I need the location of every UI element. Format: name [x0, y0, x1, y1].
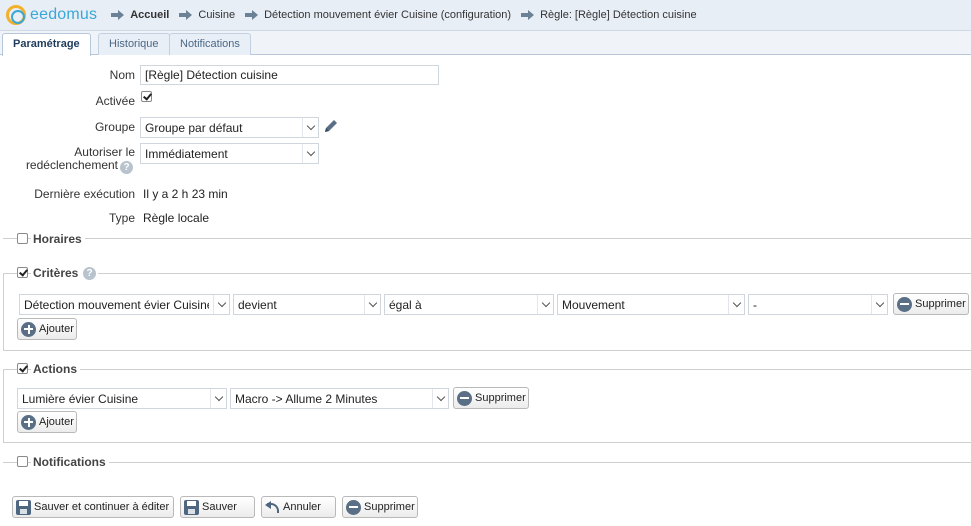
- chevron-down-icon: [302, 144, 318, 163]
- tab-historique[interactable]: Historique: [98, 33, 170, 55]
- breadcrumb-label: Détection mouvement évier Cuisine (confi…: [264, 9, 512, 21]
- activee-label: Activée: [95, 94, 135, 108]
- plus-circle-icon: [21, 321, 36, 337]
- nom-input[interactable]: [Règle] Détection cuisine: [140, 65, 439, 85]
- chevron-down-icon: [432, 389, 448, 408]
- chevron-down-icon: [213, 295, 229, 314]
- logo-text: eedomus: [30, 6, 98, 23]
- criteres-condition-value: devient: [238, 298, 277, 312]
- actions-checkbox[interactable]: [17, 363, 28, 374]
- logo-ring-icon: [6, 5, 26, 25]
- arrow-right-icon: [245, 10, 259, 20]
- chevron-down-icon: [364, 295, 380, 314]
- actions-legend: Actions: [31, 362, 81, 376]
- criteres-operator-select[interactable]: égal à: [384, 294, 554, 315]
- actions-device-value: Lumière évier Cuisine: [22, 392, 139, 406]
- groupe-select[interactable]: Groupe par défaut: [140, 117, 319, 138]
- nom-label: Nom: [109, 68, 135, 82]
- minus-circle-icon: [897, 296, 912, 312]
- tab-parametrage[interactable]: Paramétrage: [2, 33, 91, 56]
- minus-circle-icon: [457, 390, 472, 406]
- groupe-select-value: Groupe par défaut: [145, 121, 243, 135]
- cancel-label: Annuler: [283, 501, 321, 513]
- save-disk-icon: [184, 499, 199, 515]
- criteres-device-value: Détection mouvement évier Cuisine: [24, 298, 209, 312]
- notifications-divider: [3, 462, 971, 463]
- criteres-extra-value: -: [753, 298, 757, 312]
- plus-circle-icon: [21, 414, 36, 430]
- horaires-legend: Horaires: [31, 232, 85, 246]
- criteres-add-label: Ajouter: [39, 323, 74, 335]
- actions-action-select[interactable]: Macro -> Allume 2 Minutes: [230, 388, 449, 409]
- actions-delete-button[interactable]: Supprimer: [453, 387, 529, 409]
- criteres-condition-select[interactable]: devient: [233, 294, 381, 315]
- horaires-divider: [3, 238, 971, 239]
- criteres-delete-button[interactable]: Supprimer: [893, 293, 969, 315]
- delete-label: Supprimer: [364, 501, 415, 513]
- criteres-value-select[interactable]: Mouvement: [557, 294, 745, 315]
- criteres-operator-value: égal à: [389, 298, 422, 312]
- undo-icon: [265, 500, 280, 515]
- groupe-label: Groupe: [94, 120, 135, 134]
- help-icon[interactable]: ?: [120, 161, 133, 174]
- eedomus-logo[interactable]: eedomus: [6, 5, 97, 25]
- autoriser-label: Autoriser le redéclenchement: [0, 146, 135, 172]
- derniere-execution-label: Dernière exécution: [34, 187, 135, 201]
- derniere-execution-value: Il y a 2 h 23 min: [143, 187, 228, 201]
- notifications-legend: Notifications: [31, 455, 109, 469]
- actions-device-select[interactable]: Lumière évier Cuisine: [17, 388, 227, 409]
- horaires-checkbox[interactable]: [17, 233, 28, 244]
- save-continue-button[interactable]: Sauver et continuer à éditer: [12, 496, 174, 518]
- breadcrumb-label: Accueil: [130, 9, 170, 21]
- autoriser-label-line2: redéclenchement: [25, 158, 118, 172]
- minus-circle-icon: [346, 499, 361, 515]
- criteres-delete-label: Supprimer: [915, 298, 966, 310]
- breadcrumb-item-accueil[interactable]: Accueil: [111, 9, 169, 21]
- edit-pencil-icon[interactable]: [323, 118, 339, 134]
- arrow-right-icon: [179, 10, 193, 20]
- delete-button[interactable]: Supprimer: [342, 496, 418, 518]
- actions-delete-label: Supprimer: [475, 392, 526, 404]
- cancel-button[interactable]: Annuler: [261, 496, 336, 518]
- activee-checkbox[interactable]: [141, 91, 152, 102]
- breadcrumb-item-room[interactable]: Cuisine: [179, 9, 235, 21]
- chevron-down-icon: [210, 389, 226, 408]
- autoriser-select[interactable]: Immédiatement: [140, 143, 319, 164]
- save-continue-label: Sauver et continuer à éditer: [34, 501, 170, 513]
- criteres-extra-select[interactable]: -: [748, 294, 888, 315]
- breadcrumb-label: Règle: [Règle] Détection cuisine: [540, 9, 697, 21]
- criteres-add-button[interactable]: Ajouter: [17, 318, 77, 340]
- chevron-down-icon: [871, 295, 887, 314]
- criteres-checkbox[interactable]: [17, 267, 28, 278]
- chevron-down-icon: [537, 295, 553, 314]
- criteres-device-select[interactable]: Détection mouvement évier Cuisine: [19, 294, 230, 315]
- criteres-value-value: Mouvement: [562, 298, 625, 312]
- chevron-down-icon: [302, 118, 318, 137]
- tab-bar: Paramétrage Historique Notifications: [0, 31, 971, 56]
- help-icon[interactable]: ?: [83, 267, 96, 280]
- autoriser-select-value: Immédiatement: [145, 147, 228, 161]
- tab-notifications[interactable]: Notifications: [169, 33, 251, 55]
- actions-add-label: Ajouter: [39, 416, 74, 428]
- save-label: Sauver: [202, 501, 237, 513]
- top-bar: eedomus Accueil Cuisine Détection mouvem…: [0, 0, 971, 31]
- breadcrumb-item-rule: Règle: [Règle] Détection cuisine: [521, 9, 697, 21]
- save-button[interactable]: Sauver: [180, 496, 255, 518]
- chevron-down-icon: [728, 295, 744, 314]
- actions-add-button[interactable]: Ajouter: [17, 411, 77, 433]
- save-disk-icon: [16, 499, 31, 515]
- arrow-right-icon: [521, 10, 535, 20]
- breadcrumb-label: Cuisine: [198, 9, 236, 21]
- breadcrumb-item-device[interactable]: Détection mouvement évier Cuisine (confi…: [245, 9, 511, 21]
- type-label: Type: [108, 211, 135, 225]
- notifications-checkbox[interactable]: [17, 456, 28, 467]
- type-value: Règle locale: [143, 211, 210, 225]
- actions-action-value: Macro -> Allume 2 Minutes: [235, 392, 378, 406]
- arrow-right-icon: [111, 10, 125, 20]
